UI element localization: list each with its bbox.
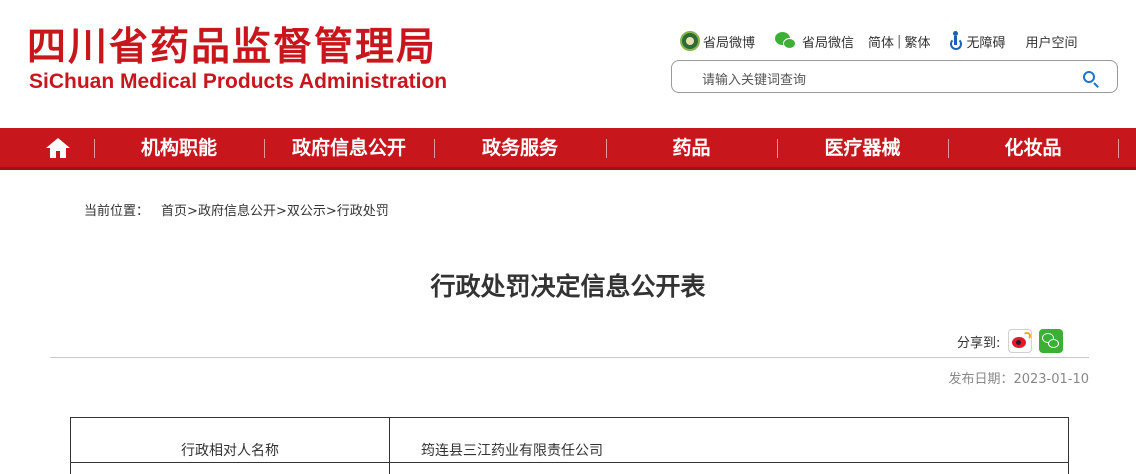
weibo-icon	[680, 31, 700, 51]
nav-item-drugs[interactable]: 药品	[606, 128, 777, 167]
page-title: 行政处罚决定信息公开表	[430, 272, 706, 301]
table-cell-key: 行政相对人名称	[181, 443, 279, 459]
breadcrumb-penalty[interactable]: 行政处罚	[337, 204, 389, 219]
share-weibo-icon[interactable]	[1008, 329, 1033, 353]
user-space-label: 用户空间	[1025, 35, 1078, 51]
breadcrumb-label: 当前位置：	[84, 204, 150, 219]
share-label: 分享到:	[957, 335, 1001, 351]
weibo-link[interactable]: 省局微博	[680, 31, 755, 51]
breadcrumb-separator: >	[187, 204, 198, 219]
nav-divider	[1118, 139, 1119, 158]
accessibility-link[interactable]: 无障碍	[948, 31, 1005, 51]
wechat-label: 省局微信	[802, 35, 855, 51]
nav-item-cosmetics[interactable]: 化妆品	[948, 128, 1118, 167]
breadcrumb-gov-info[interactable]: 政府信息公开	[198, 204, 276, 219]
accessibility-label: 无障碍	[966, 35, 1006, 51]
site-logo-english[interactable]: SiChuan Medical Products Administration	[29, 70, 447, 94]
weibo-label: 省局微博	[703, 35, 756, 51]
info-table: 行政相对人名称 筠连县三江药业有限责任公司	[70, 417, 1069, 474]
breadcrumb-separator: >	[275, 204, 287, 219]
simplified-label: 简体	[868, 35, 895, 51]
wechat-icon	[775, 32, 797, 50]
traditional-chinese-link[interactable]: 繁体	[904, 32, 930, 51]
nav-item-gov-info[interactable]: 政府信息公开	[264, 128, 434, 167]
nav-item-devices[interactable]: 医疗器械	[777, 128, 948, 167]
table-row: 行政相对人名称 筠连县三江药业有限责任公司	[71, 418, 1068, 463]
simplified-chinese-link[interactable]: 简体	[868, 32, 894, 51]
wechat-link[interactable]: 省局微信	[775, 32, 854, 51]
accessibility-icon	[948, 31, 964, 51]
publish-date: 发布日期：2023-01-10	[948, 372, 1089, 387]
nav-item-institution[interactable]: 机构职能	[94, 128, 264, 167]
breadcrumb-home[interactable]: 首页	[161, 204, 187, 219]
share-wechat-icon[interactable]	[1039, 329, 1064, 353]
traditional-label: 繁体	[904, 35, 931, 51]
site-logo-chinese[interactable]: 四川省药品监督管理局	[27, 26, 437, 70]
search-input[interactable]: 请输入关键词查询	[702, 69, 806, 88]
search-icon[interactable]	[1083, 71, 1095, 83]
search-box[interactable]: 请输入关键词查询	[671, 60, 1118, 93]
top-links: 省局微博 省局微信 简体 | 繁体 无障碍 用户空间	[680, 30, 1077, 52]
nav-item-services[interactable]: 政务服务	[434, 128, 606, 167]
site-header: 四川省药品监督管理局 SiChuan Medical Products Admi…	[0, 0, 1136, 128]
breadcrumb-double-publicity[interactable]: 双公示	[287, 204, 326, 219]
home-icon	[46, 137, 70, 158]
table-column-divider	[389, 418, 390, 474]
table-cell-value: 筠连县三江药业有限责任公司	[421, 443, 603, 459]
breadcrumb: 当前位置： 首页>政府信息公开>双公示>行政处罚	[84, 200, 389, 219]
language-separator: |	[897, 33, 902, 49]
breadcrumb-separator: >	[325, 204, 337, 219]
share-bar: 分享到:	[957, 328, 1064, 354]
divider	[50, 357, 1089, 358]
nav-home[interactable]	[22, 128, 94, 167]
main-nav: 机构职能 政府信息公开 政务服务 药品 医疗器械 化妆品	[0, 128, 1136, 170]
user-space-link[interactable]: 用户空间	[1025, 32, 1077, 51]
